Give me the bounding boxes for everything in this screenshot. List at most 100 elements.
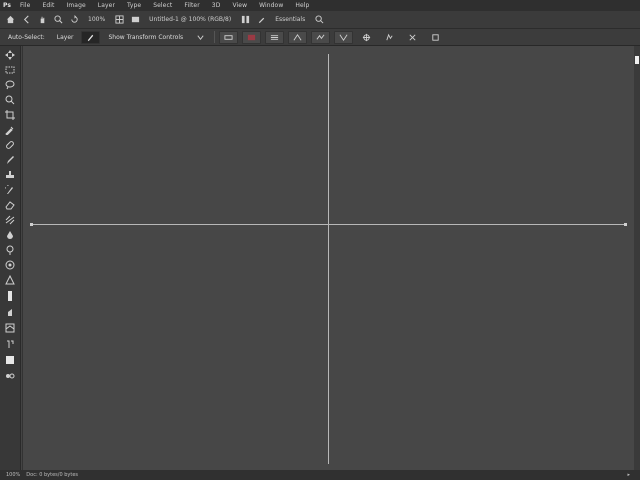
brush-icon — [88, 34, 94, 41]
dropdown-toggle[interactable] — [191, 31, 210, 44]
marquee-icon — [5, 66, 15, 73]
align-center-button[interactable] — [242, 30, 262, 44]
path-select-tool[interactable] — [2, 288, 18, 303]
align-center-icon — [248, 34, 256, 40]
menu-file[interactable]: File — [14, 2, 36, 9]
status-bar: 100% Doc: 0 bytes/0 bytes ▸ — [0, 470, 640, 480]
3d-slide-button[interactable] — [426, 31, 445, 44]
eraser-tool[interactable] — [2, 198, 18, 211]
type-tool[interactable] — [2, 273, 18, 286]
distribute-bottom-button[interactable] — [334, 30, 354, 44]
menu-filter[interactable]: Filter — [178, 2, 205, 9]
eraser-icon — [5, 200, 15, 209]
rotate-icon — [70, 15, 78, 23]
hand-tool[interactable] — [2, 320, 18, 335]
distribute-middle-icon — [316, 34, 325, 40]
eyedropper-tool[interactable] — [2, 123, 18, 136]
distribute-top-icon — [293, 33, 302, 40]
menu-layer[interactable]: Layer — [92, 2, 121, 9]
brush-tool-button[interactable] — [81, 30, 101, 44]
distribute-middle-button[interactable] — [311, 30, 331, 44]
brush-icon — [7, 155, 14, 164]
menu-image[interactable]: Image — [60, 2, 91, 9]
workspace-switcher[interactable]: Essentials — [271, 14, 309, 26]
view-extras-button[interactable] — [113, 14, 125, 26]
zoom-button[interactable] — [52, 14, 64, 26]
color-swatches[interactable] — [2, 352, 18, 367]
3d-slide-icon — [432, 33, 439, 41]
distribute-bottom-icon — [339, 34, 348, 41]
menu-edit[interactable]: Edit — [36, 2, 60, 9]
status-doc-info: Doc: 0 bytes/0 bytes — [26, 472, 79, 478]
shape-icon — [8, 308, 12, 316]
healing-tool[interactable] — [2, 138, 18, 151]
move-tool[interactable] — [2, 48, 18, 61]
menu-help[interactable]: Help — [289, 2, 315, 9]
history-brush-tool[interactable] — [2, 183, 18, 196]
lasso-tool[interactable] — [2, 78, 18, 91]
home-button[interactable] — [4, 14, 16, 26]
zoom-tool[interactable] — [2, 337, 18, 350]
screen-mode-button[interactable] — [129, 14, 141, 26]
gradient-tool[interactable] — [2, 213, 18, 226]
align-right-icon — [271, 34, 279, 40]
panel-collapse-strip — [634, 46, 640, 470]
eyedropper-icon — [5, 126, 14, 135]
align-left-button[interactable] — [219, 30, 239, 44]
clone-stamp-tool[interactable] — [2, 168, 18, 181]
tools-panel — [0, 46, 21, 470]
menu-view[interactable]: View — [226, 2, 253, 9]
zoom-level[interactable]: 100% — [84, 14, 109, 26]
quick-mask[interactable] — [2, 369, 18, 382]
crop-tool[interactable] — [2, 108, 18, 121]
3d-rotate-button[interactable] — [357, 31, 376, 44]
arrange-button[interactable] — [239, 14, 251, 26]
hand-icon — [40, 16, 44, 24]
chevron-down-icon — [197, 34, 204, 40]
color-swatch-icon — [6, 355, 14, 364]
rectangle-tool[interactable] — [2, 305, 18, 318]
3d-roll-button[interactable] — [380, 31, 399, 44]
menu-window[interactable]: Window — [253, 2, 289, 9]
blur-tool[interactable] — [2, 228, 18, 241]
3d-rotate-icon — [363, 33, 371, 41]
status-arrow[interactable]: ▸ — [627, 472, 630, 478]
distribute-top-button[interactable] — [288, 30, 308, 44]
layer-dropdown[interactable]: Layer — [53, 31, 78, 44]
dodge-tool[interactable] — [2, 243, 18, 256]
menu-type[interactable]: Type — [121, 2, 147, 9]
brush-tool[interactable] — [2, 153, 18, 166]
rotate-button[interactable] — [68, 14, 80, 26]
quick-mask-icon — [6, 373, 15, 378]
panel-expand-tab[interactable] — [635, 56, 639, 64]
transform-controls-checkbox[interactable]: Show Transform Controls — [104, 31, 187, 44]
quick-select-tool[interactable] — [2, 93, 18, 106]
zoom-icon — [53, 15, 62, 24]
marquee-tool[interactable] — [2, 63, 18, 76]
path-select-icon — [8, 290, 12, 301]
history-brush-icon — [5, 184, 13, 194]
brush-preset-button[interactable] — [255, 14, 267, 26]
status-zoom[interactable]: 100% — [6, 472, 20, 478]
auto-select-checkbox[interactable]: Auto-Select: — [4, 31, 49, 44]
home-icon — [6, 15, 14, 24]
screen-mode-icon — [131, 16, 139, 23]
arrange-icon — [241, 15, 249, 24]
divider — [214, 31, 216, 43]
hand-button[interactable] — [36, 14, 48, 26]
menu-3d[interactable]: 3D — [206, 2, 227, 9]
document-title: Untitled-1 @ 100% (RGB/8) — [149, 16, 232, 23]
vertical-guide[interactable] — [328, 54, 329, 464]
app-logo: Ps — [2, 2, 12, 9]
move-icon — [5, 49, 15, 60]
back-button[interactable] — [20, 14, 32, 26]
menu-select[interactable]: Select — [147, 2, 178, 9]
3d-pan-button[interactable] — [403, 31, 422, 44]
search-button[interactable] — [313, 14, 325, 26]
grid-icon — [115, 15, 124, 24]
arrow-left-icon — [23, 15, 29, 24]
align-right-button[interactable] — [265, 30, 285, 44]
pen-tool[interactable] — [2, 258, 18, 271]
document-canvas[interactable] — [22, 46, 635, 470]
photoshop-window: Ps File Edit Image Layer Type Select Fil… — [0, 0, 640, 480]
